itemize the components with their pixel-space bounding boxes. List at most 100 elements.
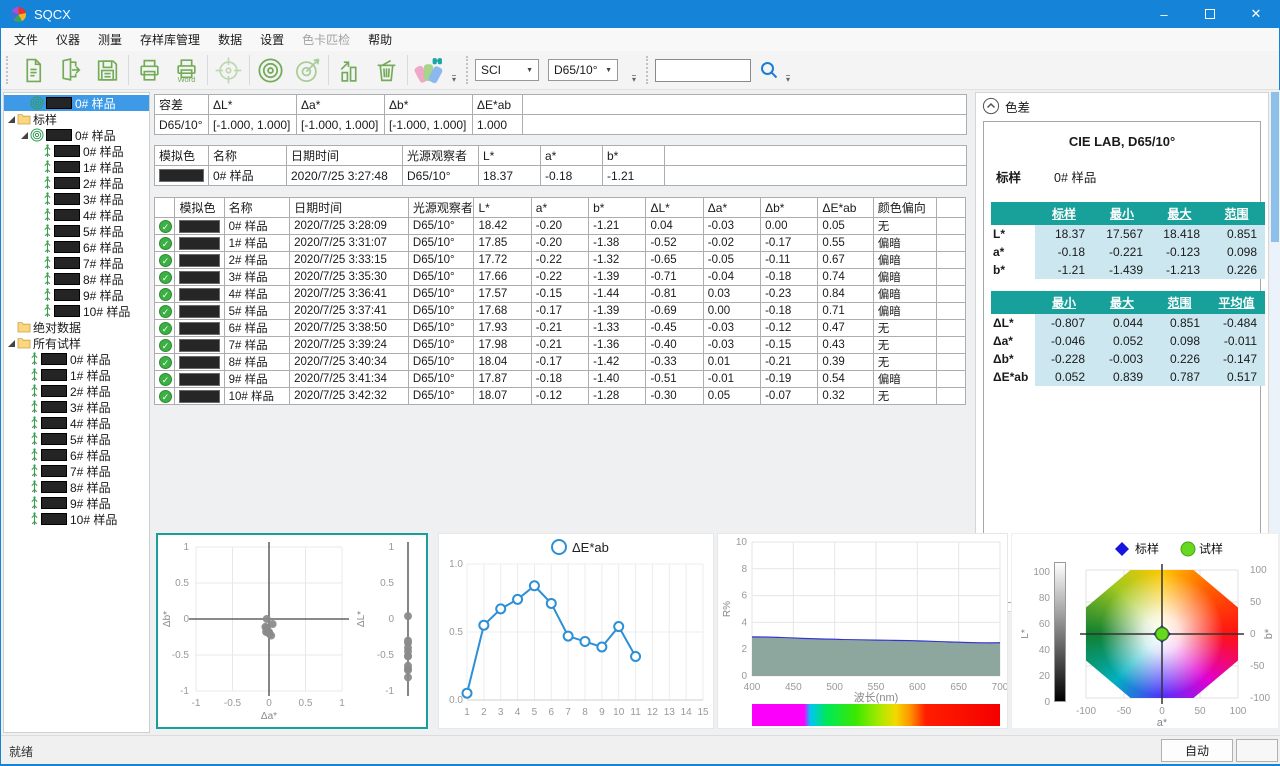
- tree-item[interactable]: 0# 样品: [4, 127, 149, 143]
- print-button[interactable]: [131, 53, 168, 88]
- tree-item[interactable]: 8# 样品: [4, 479, 149, 495]
- tree-item[interactable]: 0# 样品: [4, 351, 149, 367]
- column-header[interactable]: [991, 202, 1035, 225]
- toolbar-grip[interactable]: [646, 56, 652, 84]
- column-header[interactable]: 模拟色: [155, 146, 209, 166]
- tree-item[interactable]: 4# 样品: [4, 207, 149, 223]
- column-header[interactable]: Δb*: [761, 198, 818, 218]
- tree-item[interactable]: 所有试样: [4, 335, 149, 351]
- column-header[interactable]: [155, 198, 175, 218]
- maximize-button[interactable]: [1187, 0, 1233, 28]
- measure-sample-button[interactable]: [289, 53, 326, 88]
- tree-expander[interactable]: [6, 115, 17, 124]
- menu-item[interactable]: 存样库管理: [131, 28, 209, 51]
- column-header[interactable]: a*: [541, 146, 603, 166]
- tree-item[interactable]: 0# 样品: [4, 143, 149, 159]
- delete-button[interactable]: [368, 53, 405, 88]
- column-header[interactable]: 模拟色: [175, 198, 224, 218]
- color-match-button[interactable]: [410, 53, 447, 88]
- column-header[interactable]: 光源观察者: [408, 198, 474, 218]
- column-header[interactable]: 最小: [1093, 202, 1151, 225]
- reflectance-chart[interactable]: 0246810400450500550600650700波长(nm)R%: [717, 533, 1008, 729]
- tree-item[interactable]: 3# 样品: [4, 399, 149, 415]
- tolerance-table[interactable]: 容差ΔL*Δa*Δb*ΔE*abD65/10°[-1.000, 1.000][-…: [154, 94, 967, 135]
- illuminant-select[interactable]: D65/10° ▼: [548, 59, 618, 81]
- calibration-button[interactable]: [210, 53, 247, 88]
- tree-item[interactable]: 0# 样品: [4, 95, 149, 111]
- tolerance-row[interactable]: D65/10°[-1.000, 1.000][-1.000, 1.000][-1…: [155, 115, 967, 135]
- column-header[interactable]: 范围: [1151, 291, 1208, 314]
- column-header[interactable]: 日期时间: [290, 198, 409, 218]
- tree-item[interactable]: 绝对数据: [4, 319, 149, 335]
- tree-item[interactable]: 标样: [4, 111, 149, 127]
- sample-row[interactable]: ✓3# 样品2020/7/25 3:35:30D65/10°17.66-0.22…: [155, 269, 966, 286]
- measure-standard-button[interactable]: [252, 53, 289, 88]
- sample-row[interactable]: ✓7# 样品2020/7/25 3:39:24D65/10°17.98-0.21…: [155, 337, 966, 354]
- tree-item[interactable]: 2# 样品: [4, 175, 149, 191]
- tree-item[interactable]: 1# 样品: [4, 367, 149, 383]
- new-document-button[interactable]: [15, 53, 52, 88]
- column-header[interactable]: 名称: [209, 146, 287, 166]
- column-header[interactable]: ΔL*: [646, 198, 703, 218]
- sample-row[interactable]: ✓2# 样品2020/7/25 3:33:15D65/10°17.72-0.22…: [155, 252, 966, 269]
- column-header[interactable]: Δb*: [385, 95, 473, 115]
- column-header[interactable]: 最小: [1035, 291, 1093, 314]
- menu-item[interactable]: 仪器: [47, 28, 89, 51]
- tree-item[interactable]: 9# 样品: [4, 287, 149, 303]
- delta-ab-scatter-chart[interactable]: -1-0.500.5110.50-0.5-1Δa*Δb*ΔL*10.50-0.5…: [156, 533, 428, 729]
- toolbar-overflow-icon[interactable]: ▾: [627, 55, 641, 85]
- mode-select[interactable]: SCI ▼: [475, 59, 539, 81]
- column-header[interactable]: [523, 95, 967, 115]
- lab-gamut-chart[interactable]: 标样试样020406080100L*100500-50-100-100-5005…: [1011, 533, 1279, 729]
- toolbar-overflow-icon[interactable]: ▾: [447, 55, 461, 85]
- column-header[interactable]: L*: [479, 146, 541, 166]
- tree-item[interactable]: 10# 样品: [4, 303, 149, 319]
- status-blank-button[interactable]: [1236, 739, 1278, 762]
- tree-expander[interactable]: [6, 339, 17, 348]
- menu-item[interactable]: 色卡匹检: [293, 28, 359, 51]
- column-header[interactable]: L*: [474, 198, 531, 218]
- minimize-button[interactable]: –: [1141, 0, 1187, 28]
- search-input[interactable]: [655, 59, 751, 82]
- column-header[interactable]: 最大: [1093, 291, 1151, 314]
- column-header[interactable]: 名称: [224, 198, 290, 218]
- tree-item[interactable]: 3# 样品: [4, 191, 149, 207]
- column-header[interactable]: 颜色偏向: [873, 198, 936, 218]
- sample-row[interactable]: ✓5# 样品2020/7/25 3:37:41D65/10°17.68-0.17…: [155, 303, 966, 320]
- tree-item[interactable]: 6# 样品: [4, 447, 149, 463]
- sample-row[interactable]: ✓0# 样品2020/7/25 3:28:09D65/10°18.42-0.20…: [155, 218, 966, 235]
- collapse-panel-icon[interactable]: [982, 97, 1000, 115]
- sample-row[interactable]: ✓4# 样品2020/7/25 3:36:41D65/10°17.57-0.15…: [155, 286, 966, 303]
- column-header[interactable]: 光源观察者: [403, 146, 479, 166]
- close-button[interactable]: ✕: [1233, 0, 1279, 28]
- menu-item[interactable]: 测量: [89, 28, 131, 51]
- column-header[interactable]: Δa*: [297, 95, 385, 115]
- toolbar-grip[interactable]: [466, 56, 472, 84]
- column-header[interactable]: 容差: [155, 95, 209, 115]
- column-header[interactable]: [991, 291, 1035, 314]
- tree-expander[interactable]: [19, 131, 30, 140]
- save-button[interactable]: [89, 53, 126, 88]
- toolbar-grip[interactable]: [6, 56, 12, 84]
- tree-item[interactable]: 5# 样品: [4, 223, 149, 239]
- column-header[interactable]: 最大: [1151, 202, 1208, 225]
- column-header[interactable]: a*: [531, 198, 588, 218]
- trend-chart-button[interactable]: [331, 53, 368, 88]
- column-header[interactable]: 标样: [1035, 202, 1093, 225]
- standard-row[interactable]: 0# 样品2020/7/25 3:27:48D65/10°18.37-0.18-…: [155, 166, 967, 186]
- sample-row[interactable]: ✓1# 样品2020/7/25 3:31:07D65/10°17.85-0.20…: [155, 235, 966, 252]
- column-header[interactable]: 范围: [1208, 202, 1265, 225]
- column-header[interactable]: 平均值: [1208, 291, 1265, 314]
- tree-item[interactable]: 4# 样品: [4, 415, 149, 431]
- column-header[interactable]: ΔL*: [209, 95, 297, 115]
- auto-button[interactable]: 自动: [1161, 739, 1233, 762]
- sample-table[interactable]: 模拟色名称日期时间光源观察者L*a*b*ΔL*Δa*Δb*ΔE*ab颜色偏向✓0…: [154, 197, 966, 405]
- sample-row[interactable]: ✓9# 样品2020/7/25 3:41:34D65/10°17.87-0.18…: [155, 371, 966, 388]
- tree-item[interactable]: 9# 样品: [4, 495, 149, 511]
- column-header[interactable]: ΔE*ab: [818, 198, 873, 218]
- column-header[interactable]: 日期时间: [287, 146, 403, 166]
- column-header[interactable]: [937, 198, 966, 218]
- menu-item[interactable]: 文件: [5, 28, 47, 51]
- search-button[interactable]: [757, 53, 781, 88]
- menu-item[interactable]: 数据: [209, 28, 251, 51]
